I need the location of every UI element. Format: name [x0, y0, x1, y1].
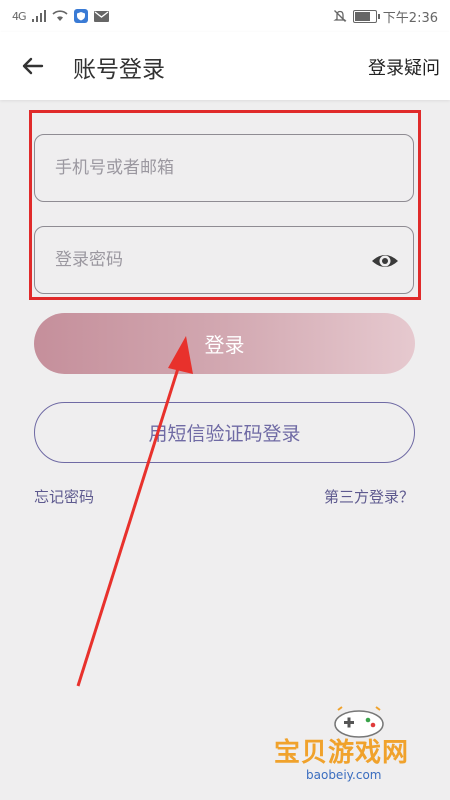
- login-help-link[interactable]: 登录疑问: [368, 54, 440, 80]
- annotation-arrow: [76, 336, 193, 687]
- password-field[interactable]: [34, 226, 414, 294]
- mute-icon: [333, 10, 347, 22]
- app-bar: 账号登录 登录疑问: [0, 32, 450, 100]
- third-party-login-link[interactable]: 第三方登录？: [324, 486, 414, 507]
- signal-icon: [31, 10, 46, 22]
- forgot-password-link[interactable]: 忘记密码: [34, 486, 94, 507]
- mail-icon: [93, 10, 109, 22]
- sms-login-button[interactable]: 用短信验证码登录: [34, 402, 415, 463]
- password-input[interactable]: [35, 249, 413, 271]
- account-input[interactable]: [35, 157, 413, 179]
- shield-app-icon: [73, 9, 88, 23]
- login-button[interactable]: 登录: [34, 313, 415, 374]
- eye-icon: [372, 255, 398, 267]
- watermark-url: baobeiy.com: [306, 768, 382, 782]
- status-left: 4G: [12, 9, 109, 23]
- status-bar: 4G 下午2:36: [0, 0, 450, 32]
- show-password-toggle[interactable]: [369, 245, 401, 277]
- page-title: 账号登录: [73, 57, 165, 83]
- account-field[interactable]: [34, 134, 414, 202]
- status-right: 下午2:36: [333, 7, 438, 26]
- back-arrow-icon: [22, 57, 44, 75]
- clock: 下午2:36: [382, 10, 438, 26]
- wifi-icon: [51, 10, 68, 21]
- watermark-logo: 宝贝游戏网 baobeiy.com: [270, 700, 440, 795]
- network-type: 4G: [12, 9, 26, 23]
- battery-fill: [354, 11, 371, 21]
- battery-icon: [352, 9, 380, 23]
- watermark-name: 宝贝游戏网: [274, 738, 410, 768]
- back-button[interactable]: [14, 48, 50, 84]
